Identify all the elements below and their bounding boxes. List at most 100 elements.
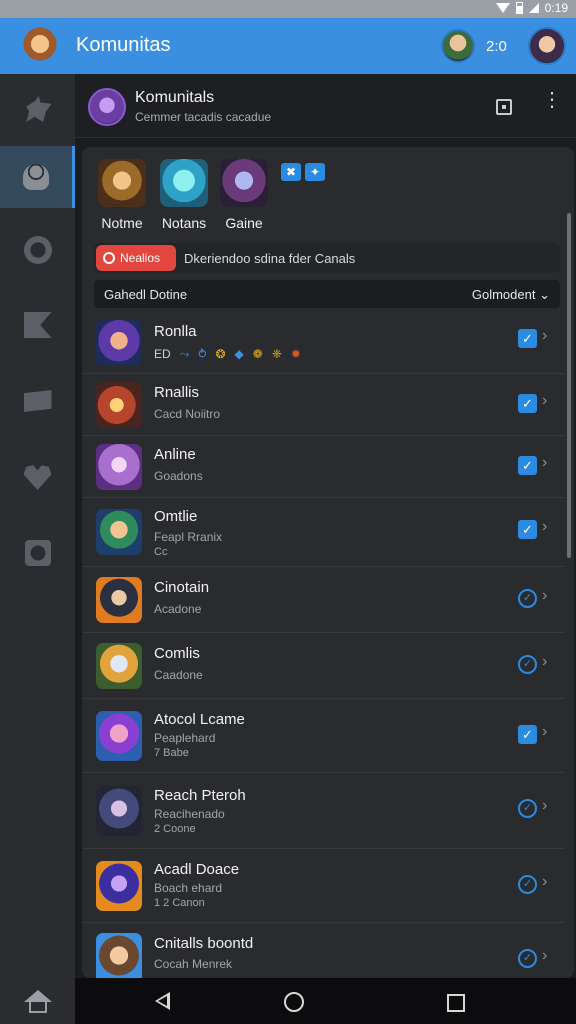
list-item[interactable]: Rnallis Cacd Noiitro ✓ › [82,374,564,436]
list-item[interactable]: Comlis Caadone ✓ › [82,633,564,699]
item-thumbnail [96,711,142,761]
check-icon[interactable]: ✓ [518,725,537,744]
filter-label: Gahedl Dotine [104,287,188,302]
recents-icon[interactable] [447,994,465,1012]
item-meta: 1 2 Canon [154,897,205,909]
app-logo[interactable] [20,26,60,66]
item-meta: Cc [154,546,168,558]
filter-bar: Gahedl Dotine Golmodent ⌄ [94,280,560,308]
rail-footer [0,978,75,1024]
chevron-right-icon: › [542,392,548,409]
check-circle-icon[interactable]: ✓ [518,875,537,894]
home-icon[interactable] [24,990,52,1014]
item-thumbnail [96,382,142,428]
list-item[interactable]: Atocol Lcame Peaplehard 7 Babe ✓ › [82,699,564,773]
item-title: Anline [154,446,196,463]
notice-text: Dkeriendoo sdina fder Canals [184,251,356,266]
check-circle-icon[interactable]: ✓ [518,589,537,608]
list-item[interactable]: Ronlla ED ⤳ ⥁ ❂ ◆ ❁ ❈ ✹ ✓ › [82,313,564,374]
featured-item[interactable]: Gaine [214,159,274,231]
item-meta: 7 Babe [154,747,189,759]
item-subtitle: Cocah Menrek [154,957,233,971]
rail-item-favorites[interactable] [0,446,75,508]
item-title: Ronlla [154,323,197,340]
tag-icon[interactable]: ✖ [281,163,301,181]
wolf-icon [26,96,52,122]
tag-icon[interactable]: ✦ [305,163,325,181]
mini-icon: ✹ [290,347,301,361]
chevron-right-icon: › [542,797,548,814]
check-circle-icon[interactable]: ✓ [518,655,537,674]
notice-bar[interactable]: Nealios Dkeriendoo sdina fder Canals [94,243,560,273]
ticket-icon [23,390,52,412]
rail-item-search[interactable] [0,219,75,281]
item-subtitle: Cacd Noiitro [154,407,221,421]
status-bar: 0:19 [0,0,576,18]
chevron-right-icon: › [542,873,548,890]
square-icon [24,540,51,566]
item-title: Atocol Lcame [154,711,245,728]
item-thumbnail [96,320,142,366]
item-title: Acadl Doace [154,861,240,878]
system-nav-bar [75,978,576,1024]
rail-item-ticket[interactable] [0,370,75,432]
content-panel: Notme Notans Gaine ✖ ✦ Nealios Dkeriendo… [82,147,574,978]
item-subtitle: Caadone [154,668,203,682]
friend-avatar[interactable] [441,29,475,63]
list-item[interactable]: Cnitalls boontd Cocah Menrek ✓ › [82,923,564,978]
more-icon[interactable]: ⋮ [542,90,562,120]
featured-art [98,159,146,207]
item-thumbnail [96,444,142,490]
list-item[interactable]: Anline Goadons ✓ › [82,436,564,498]
mini-icon: ❈ [271,347,282,361]
left-rail [0,74,75,978]
featured-item[interactable]: Notans [154,159,214,231]
scrollbar[interactable] [567,213,571,558]
rail-item-flag[interactable] [0,294,75,356]
chevron-right-icon: › [542,947,548,964]
flag-icon [23,312,52,338]
item-subtitle: Boach ehard [154,881,223,895]
window-icon[interactable] [496,99,512,115]
check-icon[interactable]: ✓ [518,329,537,348]
item-title: Cinotain [154,579,210,596]
chevron-right-icon: › [542,723,548,740]
chevron-right-icon: › [542,327,548,344]
chevron-right-icon: › [542,454,548,471]
list-item[interactable]: Omtlie Feapl Rranix Cc ✓ › [82,498,564,567]
rail-item-library[interactable] [0,522,75,584]
featured-art [220,159,268,207]
sort-dropdown[interactable]: Golmodent ⌄ [472,287,550,303]
check-circle-icon[interactable]: ✓ [518,799,537,818]
item-thumbnail [96,577,142,623]
profile-avatar[interactable] [528,27,566,65]
item-subtitle: Peaplehard [154,731,216,745]
list-item[interactable]: Cinotain Acadone ✓ › [82,567,564,633]
home-circle-icon[interactable] [284,992,304,1012]
app-bar: Komunitas 2:0 [0,18,576,74]
chevron-right-icon: › [542,653,548,670]
check-icon[interactable]: ✓ [518,520,537,539]
item-title: Rnallis [154,384,200,401]
rail-item-wolf[interactable] [0,78,75,140]
list-item[interactable]: Reach Pteroh Reacihenado 2 Coone ✓ › [82,773,564,849]
item-title: Comlis [154,645,200,662]
item-mini-icons: ED ⤳ ⥁ ❂ ◆ ❁ ❈ ✹ [154,347,301,362]
chevron-right-icon: › [542,587,548,604]
person-icon [23,164,49,190]
rail-item-community[interactable] [0,146,75,208]
back-icon[interactable] [155,992,170,1010]
wifi-icon [495,3,510,13]
item-subtitle: Goadons [154,469,203,483]
list-item[interactable]: Acadl Doace Boach ehard 1 2 Canon ✓ › [82,849,564,923]
featured-item[interactable]: Notme [92,159,152,231]
check-icon[interactable]: ✓ [518,394,537,413]
check-icon[interactable]: ✓ [518,456,537,475]
mini-icon: ⤳ [179,347,190,361]
community-header: Komunitals Cemmer tacadis cacadue ⋮ [75,74,576,138]
community-icon[interactable] [88,88,126,126]
tag-icons: ✖ ✦ [281,163,325,181]
check-circle-icon[interactable]: ✓ [518,949,537,968]
alert-icon [103,252,115,264]
featured-label: Gaine [225,215,263,231]
